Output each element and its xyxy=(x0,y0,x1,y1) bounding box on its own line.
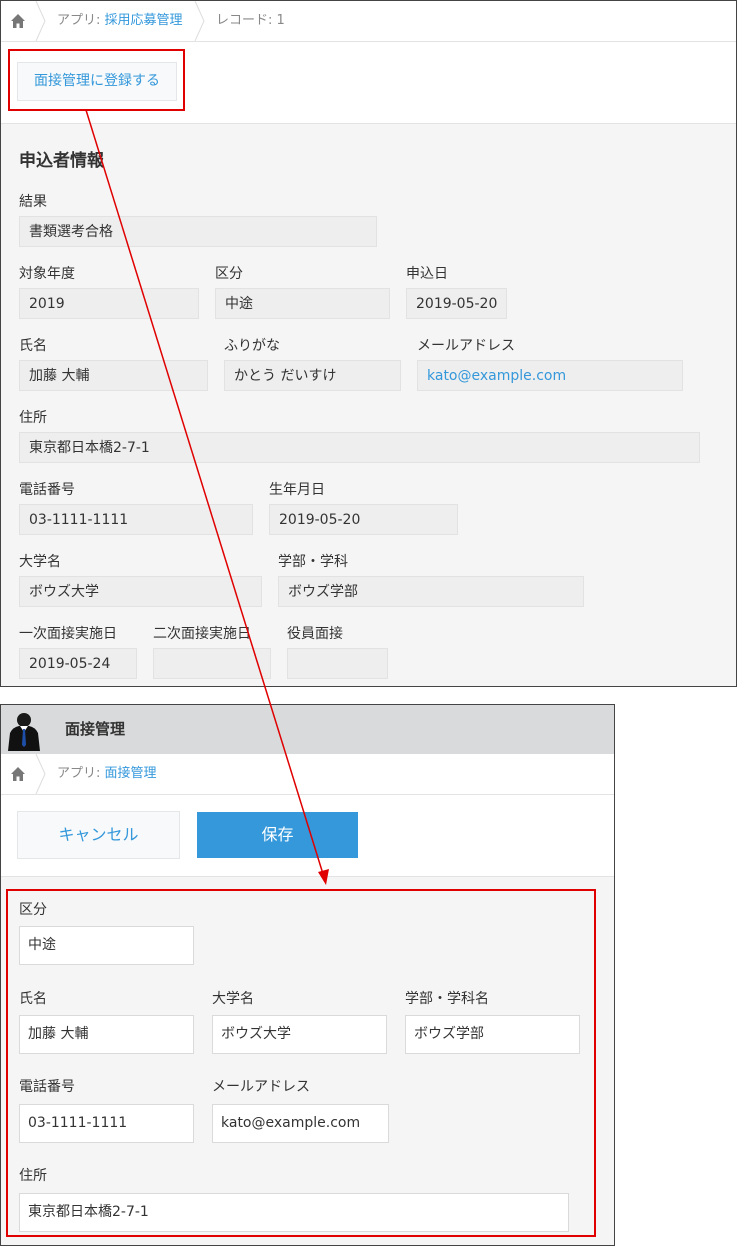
address-label: 住所 xyxy=(19,410,47,426)
breadcrumb-app-prefix: アプリ: xyxy=(57,766,105,781)
first-interview-value: 2019-05-24 xyxy=(19,648,137,679)
breadcrumb-separator xyxy=(35,754,46,794)
category-value: 中途 xyxy=(215,288,390,319)
breadcrumb: アプリ: 面接管理 xyxy=(1,754,614,795)
year-value: 2019 xyxy=(19,288,199,319)
breadcrumb-record: レコード: 1 xyxy=(216,13,285,28)
kana-value: かとう だいすけ xyxy=(224,360,401,391)
result-value: 書類選考合格 xyxy=(19,216,377,247)
email-label: メールアドレス xyxy=(417,338,515,354)
breadcrumb-separator xyxy=(35,1,46,41)
home-icon[interactable] xyxy=(10,13,26,29)
address-value: 東京都日本橋2-7-1 xyxy=(19,432,700,463)
second-interview-label: 二次面接実施日 xyxy=(153,626,251,642)
breadcrumb-app-link[interactable]: 面接管理 xyxy=(105,766,157,781)
avatar-icon xyxy=(8,713,40,751)
breadcrumb: アプリ: 採用応募管理 レコード: 1 xyxy=(1,1,736,42)
app-title: 面接管理 xyxy=(65,720,126,738)
breadcrumb-separator xyxy=(194,1,205,41)
phone-value: 03-1111-1111 xyxy=(19,504,253,535)
section-title: 申込者情報 xyxy=(19,151,104,171)
university-label: 大学名 xyxy=(19,554,61,570)
breadcrumb-app-link[interactable]: 採用応募管理 xyxy=(105,13,183,28)
highlight-form-fields xyxy=(6,889,596,1237)
apply-date-label: 申込日 xyxy=(406,266,448,282)
home-icon[interactable] xyxy=(10,766,26,782)
second-interview-value xyxy=(153,648,271,679)
birthday-label: 生年月日 xyxy=(269,482,325,498)
first-interview-label: 一次面接実施日 xyxy=(19,626,117,642)
result-label: 結果 xyxy=(19,194,47,210)
breadcrumb-app: アプリ: 採用応募管理 xyxy=(57,1,183,41)
kana-label: ふりがな xyxy=(224,338,280,354)
category-label: 区分 xyxy=(215,266,243,282)
name-label: 氏名 xyxy=(19,338,47,354)
toolbar: キャンセル 保存 xyxy=(1,795,614,877)
year-label: 対象年度 xyxy=(19,266,75,282)
university-value: ボウズ大学 xyxy=(19,576,262,607)
birthday-value: 2019-05-20 xyxy=(269,504,458,535)
apply-date-value: 2019-05-20 xyxy=(406,288,507,319)
name-value: 加藤 大輔 xyxy=(19,360,208,391)
highlight-register-button xyxy=(8,49,185,111)
faculty-label: 学部・学科 xyxy=(278,554,348,570)
cancel-button[interactable]: キャンセル xyxy=(17,811,180,859)
breadcrumb-app: アプリ: 面接管理 xyxy=(57,754,157,794)
faculty-value: ボウズ学部 xyxy=(278,576,584,607)
phone-label: 電話番号 xyxy=(19,482,75,498)
record-body: 申込者情報 結果 書類選考合格 対象年度 2019 区分 中途 申込日 2019… xyxy=(1,124,736,686)
breadcrumb-app-prefix: アプリ: xyxy=(57,13,105,28)
app-header: 面接管理 xyxy=(1,705,614,754)
save-button[interactable]: 保存 xyxy=(197,812,358,858)
exec-interview-label: 役員面接 xyxy=(287,626,343,642)
exec-interview-value xyxy=(287,648,388,679)
email-link[interactable]: kato@example.com xyxy=(417,360,683,391)
